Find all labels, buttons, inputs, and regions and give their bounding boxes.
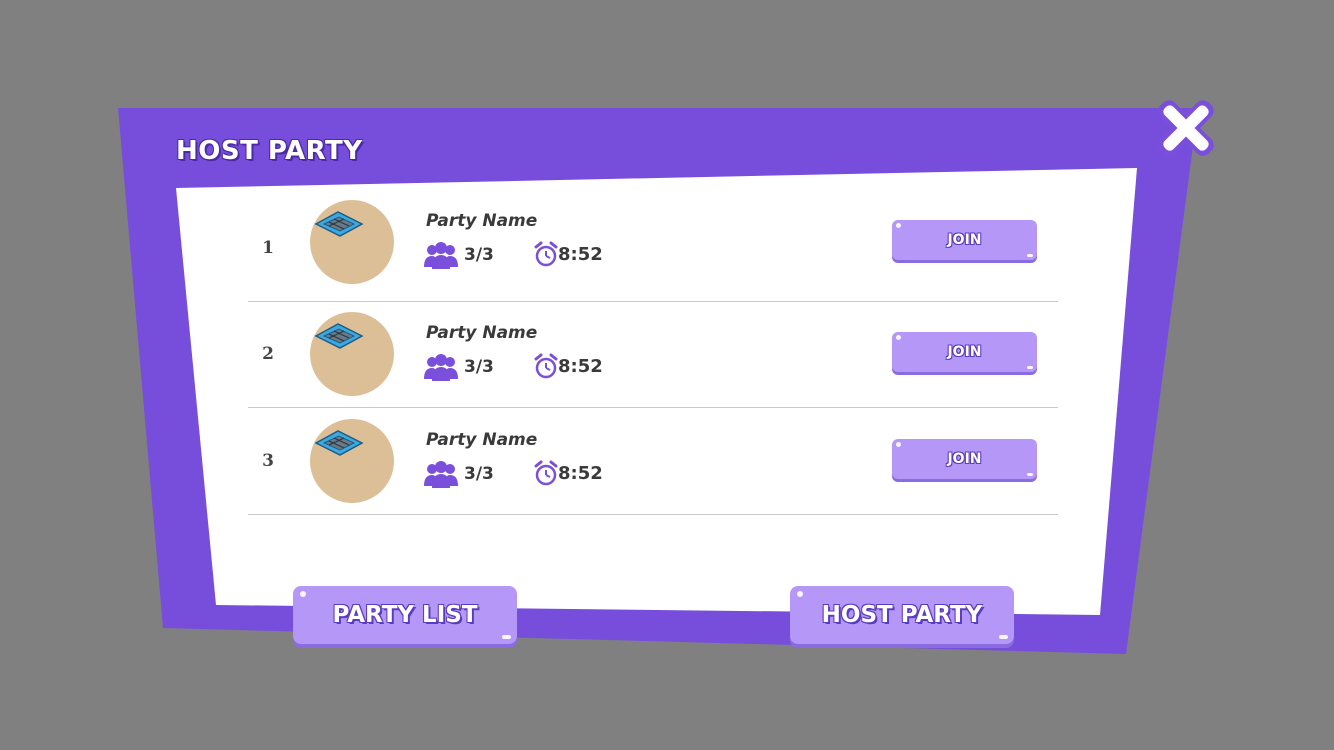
host-party-button-label: HOST PARTY [821,602,983,628]
players-count: 3/3 [464,464,494,484]
party-list-button[interactable]: PARTY LIST [293,586,517,644]
party-rank: 1 [262,238,274,258]
alarm-clock-icon [534,353,558,379]
party-row: 2 Party Name 3/3 8:52 JOIN [248,301,1058,408]
party-list-button-label: PARTY LIST [332,602,478,628]
join-button[interactable]: JOIN [892,332,1037,372]
party-rank: 2 [262,344,274,364]
close-icon[interactable] [1146,88,1226,168]
join-button-label: JOIN [947,232,982,248]
join-button-label: JOIN [947,451,982,467]
party-thumbnail [310,419,394,503]
dialog-title: HOST PARTY [176,136,363,166]
arena-icon [314,211,364,237]
players-icon [424,242,458,269]
players-icon [424,354,458,381]
arena-icon [314,430,364,456]
party-thumbnail [310,312,394,396]
party-name: Party Name [426,211,538,231]
arena-icon [314,323,364,349]
party-row: 1 Party Name 3/3 8:52 JOIN [248,195,1058,302]
party-time: 8:52 [558,463,603,484]
alarm-clock-icon [534,460,558,486]
party-time: 8:52 [558,244,603,265]
join-button[interactable]: JOIN [892,439,1037,479]
host-party-button[interactable]: HOST PARTY [790,586,1014,644]
alarm-clock-icon [534,241,558,267]
players-count: 3/3 [464,357,494,377]
party-thumbnail [310,200,394,284]
join-button-label: JOIN [947,344,982,360]
party-rank: 3 [262,451,274,471]
join-button[interactable]: JOIN [892,220,1037,260]
party-row: 3 Party Name 3/3 8:52 JOIN [248,408,1058,515]
party-name: Party Name [426,323,538,343]
party-time: 8:52 [558,356,603,377]
players-icon [424,461,458,488]
players-count: 3/3 [464,245,494,265]
party-name: Party Name [426,430,538,450]
